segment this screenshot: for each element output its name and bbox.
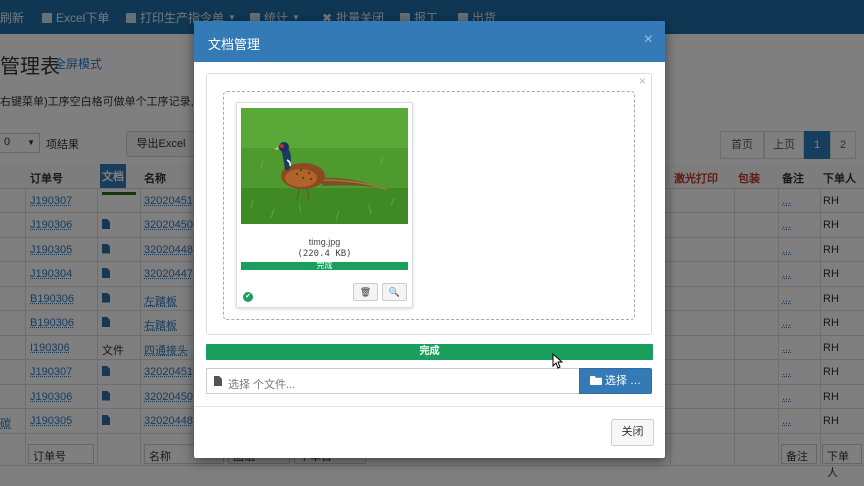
file-size: (220.4 KB) [297,249,352,259]
document-manager-dialog: 文档管理 × × timg.jpg (220.4 KB) 完成 ✔ 🗑 🔍 完成… [194,21,665,458]
file-caption-field[interactable]: 选择 个文件... [206,368,579,394]
file-name: timg.jpg [308,237,341,247]
file-progress-label: 完成 [316,262,333,270]
file-thumbnail-card: timg.jpg (220.4 KB) 完成 ✔ 🗑 🔍 [236,102,413,308]
delete-file-button[interactable]: 🗑 [353,283,378,301]
clear-preview-icon[interactable]: × [639,74,646,88]
modal-header: 文档管理 × [194,21,665,62]
file-icon [214,376,222,386]
drop-zone[interactable]: timg.jpg (220.4 KB) 完成 ✔ 🗑 🔍 [223,91,635,320]
check-circle-icon: ✔ [243,292,253,302]
file-progress-bar: 完成 [241,262,408,270]
file-preview-panel: × timg.jpg (220.4 KB) 完成 ✔ 🗑 🔍 [206,73,652,335]
zoom-file-button[interactable]: 🔍 [382,283,407,301]
folder-open-icon [589,376,602,385]
pheasant-image [241,108,408,224]
upload-progress-label: 完成 [419,346,440,357]
modal-title: 文档管理 [208,37,261,52]
trash-icon: 🗑 [359,287,372,297]
modal-footer-divider [194,406,665,407]
close-button[interactable]: 关闭 [611,419,654,446]
close-icon[interactable]: × [644,31,653,49]
upload-progress-bar: 完成 [206,344,653,360]
mouse-cursor-icon [552,353,564,369]
browse-button-label: 选择 … [604,375,642,387]
file-caption-text: 选择 个文件... [228,379,296,391]
zoom-in-icon: 🔍 [388,287,401,297]
browse-button[interactable]: 选择 … [579,368,652,394]
